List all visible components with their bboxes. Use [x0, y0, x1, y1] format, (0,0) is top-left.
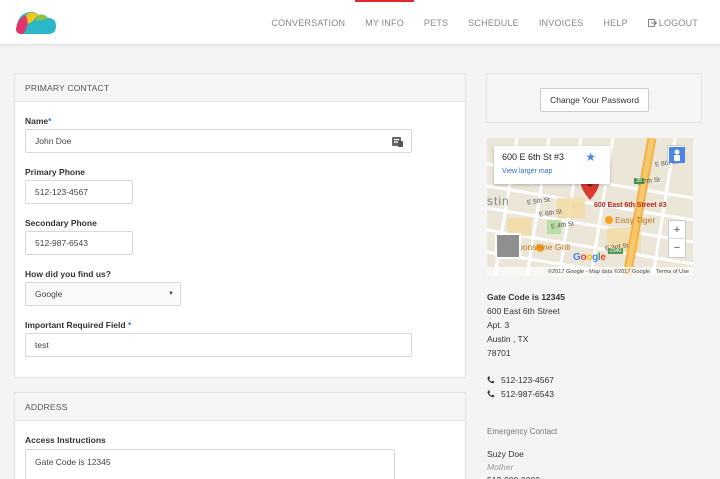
access-instructions-field[interactable]: Gate Code is 12345	[25, 449, 395, 479]
map-copyright: ©2017 Google - Map data ©2017 Google	[547, 268, 651, 275]
main-nav: CONVERSATION MY INFO PETS SCHEDULE INVOI…	[261, 0, 708, 45]
change-password-panel: Change Your Password	[486, 73, 702, 123]
name-label-text: Name	[25, 116, 49, 126]
address-city-state: Austin , TX	[487, 334, 529, 344]
map-terms-link[interactable]: Terms of Use	[656, 269, 689, 275]
required-mark: *	[127, 320, 132, 330]
nav-conversation[interactable]: CONVERSATION	[261, 0, 355, 45]
address-zip: 78701	[487, 348, 511, 358]
important-field-label: Important Required Field *	[25, 320, 131, 330]
street-view-icon[interactable]	[667, 145, 685, 163]
nav-conversation-label: CONVERSATION	[271, 17, 346, 28]
dropdown-arrow-icon: ▼	[168, 291, 174, 297]
zoom-out-button[interactable]: −	[669, 239, 685, 257]
street-view-thumbnail[interactable]	[495, 233, 521, 259]
important-label-text: Important Required Field	[25, 320, 126, 330]
primary-phone-label: Primary Phone	[25, 167, 85, 177]
nav-pets[interactable]: PETS	[414, 0, 458, 45]
nav-schedule[interactable]: SCHEDULE	[458, 0, 529, 45]
nav-my-info-label: MY INFO	[365, 17, 404, 28]
phone-icon	[487, 376, 494, 384]
address-apt: Apt. 3	[487, 320, 510, 330]
map-footer: ©2017 Google - Map data ©2017 Google Ter…	[487, 267, 693, 276]
sidebar-phone-secondary: 512-987-6543	[501, 389, 554, 399]
address-street: 600 East 6th Street	[487, 306, 560, 316]
emergency-contact-heading: Emergency Contact	[487, 427, 558, 436]
zoom-in-button[interactable]: +	[669, 221, 685, 239]
nav-pets-label: PETS	[423, 17, 449, 28]
nav-invoices-label: INVOICES	[538, 17, 584, 28]
find-us-value: Google	[35, 289, 63, 299]
save-star-icon[interactable]: ★	[585, 150, 596, 164]
map-poi-moonshine-grill: oonshine Grill	[518, 242, 570, 252]
primary-contact-heading: PRIMARY CONTACT	[15, 74, 465, 102]
gate-code-text: Gate Code is 12345	[487, 292, 565, 302]
map-zoom-controls: + −	[668, 220, 686, 258]
view-larger-map-link[interactable]: View larger map	[502, 168, 552, 175]
access-instructions-value: Gate Code is 12345	[35, 457, 111, 467]
sidebar-phone-primary: 512-123-4567	[501, 375, 554, 385]
map-poi-easy-tiger: Easy Tiger	[615, 215, 656, 225]
map-address: 600 E 6th St #3	[502, 152, 565, 162]
name-field[interactable]: John Doe	[25, 129, 412, 153]
map-info-card: 600 E 6th St #3 View larger map ★	[494, 146, 610, 184]
nav-help[interactable]: HELP	[593, 0, 637, 45]
find-us-label: How did you find us?	[25, 269, 111, 279]
important-field-input[interactable]: test	[25, 333, 412, 357]
emergency-contact-phone: 512-000-0000	[487, 475, 540, 479]
phone-row-secondary: 512-987-6543	[487, 389, 554, 399]
contact-card-icon[interactable]	[392, 136, 403, 147]
emergency-contact-relation: Mother	[487, 462, 514, 472]
logout-icon	[647, 18, 657, 27]
map-city-label: stin	[487, 194, 510, 208]
change-password-button[interactable]: Change Your Password	[540, 88, 649, 112]
secondary-phone-field[interactable]: 512-987-6543	[25, 231, 133, 255]
map-pin-label: 600 East 6th Street #3	[594, 202, 667, 209]
nav-help-label: HELP	[603, 17, 628, 28]
primary-contact-panel: PRIMARY CONTACT Name* John Doe Primary P…	[14, 73, 466, 378]
phone-icon	[487, 390, 494, 398]
important-field-value: test	[35, 340, 49, 350]
google-logo: Google	[573, 252, 606, 263]
name-label: Name*	[25, 116, 51, 126]
secondary-phone-label: Secondary Phone	[25, 218, 97, 228]
nav-schedule-label: SCHEDULE	[468, 17, 519, 28]
name-field-value: John Doe	[35, 136, 72, 146]
secondary-phone-value: 512-987-6543	[35, 238, 88, 248]
nav-logout[interactable]: LOGOUT	[638, 0, 708, 45]
nav-logout-label: LOGOUT	[658, 17, 698, 28]
find-us-select[interactable]: Google ▼	[25, 282, 181, 306]
phone-row-primary: 512-123-4567	[487, 375, 554, 385]
nav-my-info[interactable]: MY INFO	[355, 0, 414, 45]
primary-phone-value: 512-123-4567	[35, 187, 88, 197]
top-navbar: CONVERSATION MY INFO PETS SCHEDULE INVOI…	[0, 0, 720, 45]
primary-phone-field[interactable]: 512-123-4567	[25, 180, 133, 204]
location-map[interactable]: stin E 5th St E 6th St E 4th St E 3rd St…	[487, 138, 693, 276]
emergency-contact-name: Suzy Doe	[487, 449, 524, 459]
access-instructions-label: Access Instructions	[25, 435, 106, 445]
highway-shield-2: 2340	[608, 248, 624, 254]
highway-shield: 35	[634, 178, 645, 184]
address-panel: ADDRESS Access Instructions Gate Code is…	[14, 392, 466, 479]
required-mark: *	[48, 116, 52, 126]
brand-logo[interactable]	[14, 7, 58, 37]
nav-invoices[interactable]: INVOICES	[529, 0, 594, 45]
address-heading: ADDRESS	[15, 393, 465, 421]
